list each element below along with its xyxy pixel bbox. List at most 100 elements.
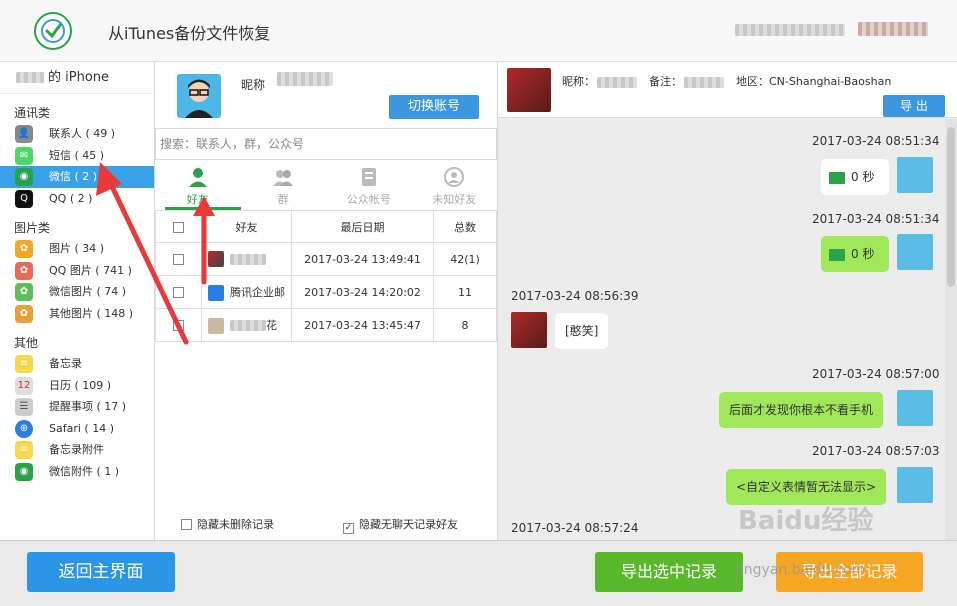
app-logo-icon	[34, 12, 72, 50]
sidebar-item-qq[interactable]: Q QQ ( 2 )	[0, 188, 154, 210]
tab-friends[interactable]: 好友	[155, 160, 241, 210]
last-date: 2017-03-24 14:20:02	[291, 275, 434, 309]
message-list: 2017-03-24 08:51:34 0 秒 2017-03-24 08:51…	[498, 119, 945, 540]
baidu-watermark-url: jingyan.baidu.com	[736, 562, 866, 578]
unknown-friend-icon	[444, 167, 465, 187]
wechat-icon: ◉	[15, 168, 33, 186]
message-count: 11	[433, 275, 497, 309]
switch-account-button[interactable]: 切换账号	[389, 95, 479, 119]
redacted-name	[230, 320, 266, 331]
sidebar: 的 iPhone 通讯类 👤 联系人 ( 49 ) ✉ 短信 ( 45 ) ◉ 微信 …	[0, 62, 155, 540]
sidebar-item-safari[interactable]: ⊕ Safari ( 14 )	[0, 418, 154, 440]
contact-panel: 昵称 切换账号 搜索：联系人，群，公众号 好友 群 公众帐号 未知好友 好友 最…	[155, 62, 498, 540]
sidebar-item-messages[interactable]: ✉ 短信 ( 45 )	[0, 145, 154, 167]
message-timestamp: 2017-03-24 08:57:03	[812, 444, 940, 458]
text-message-bubble[interactable]: 后面才发现你根本不看手机	[719, 392, 884, 428]
message-count: 42(1)	[433, 242, 497, 276]
chat-contact-avatar	[507, 68, 551, 112]
tab-official-accounts[interactable]: 公众帐号	[326, 160, 412, 210]
redacted-text	[597, 76, 637, 88]
redacted-text	[16, 72, 44, 83]
message-timestamp: 2017-03-24 08:57:24	[511, 521, 639, 535]
contact-avatar	[511, 312, 547, 348]
reminders-icon: ☰	[15, 398, 33, 416]
qq-photos-icon: ✿	[15, 261, 33, 280]
table-row[interactable]: 腾讯企业邮 2017-03-24 14:20:02 11	[155, 275, 497, 309]
contact-tabs: 好友 群 公众帐号 未知好友	[155, 160, 497, 210]
sidebar-item-contacts[interactable]: 👤 联系人 ( 49 )	[0, 123, 154, 145]
calendar-icon: 12	[15, 376, 33, 395]
redacted-info	[735, 24, 845, 36]
my-avatar	[897, 157, 933, 193]
sidebar-item-photos[interactable]: ✿ 图片 ( 34 )	[0, 238, 154, 260]
sidebar-item-qq-photos[interactable]: ✿ QQ 图片 ( 741 )	[0, 260, 154, 282]
category-label: 通讯类	[14, 106, 51, 120]
voice-message-bubble[interactable]: 0 秒	[821, 236, 889, 272]
column-header-friend[interactable]: 好友	[201, 210, 292, 243]
sidebar-item-calendar[interactable]: 12 日历 ( 109 )	[0, 375, 154, 397]
sidebar-item-wechat-attachments[interactable]: ◉ 微信附件 ( 1 )	[0, 461, 154, 483]
sidebar-item-reminders[interactable]: ☰ 提醒事项 ( 17 )	[0, 396, 154, 418]
column-header-count[interactable]: 总数	[433, 210, 497, 243]
chat-header: 昵称： 备注： 地区：CN-Shanghai-Baoshan 导 出	[498, 62, 957, 118]
sidebar-item-other-photos[interactable]: ✿ 其他图片 ( 148 )	[0, 303, 154, 325]
tab-groups[interactable]: 群	[241, 160, 327, 210]
my-avatar	[897, 467, 933, 503]
app-title: 从iTunes备份文件恢复	[108, 24, 271, 43]
baidu-watermark: Baidu经验	[738, 506, 874, 536]
sidebar-item-notes[interactable]: ≡ 备忘录	[0, 353, 154, 375]
hide-no-chat-option[interactable]: ✓ 隐藏无聊天记录好友	[343, 516, 458, 534]
chat-scrollbar[interactable]	[945, 119, 957, 540]
tab-unknown-friends[interactable]: 未知好友	[412, 160, 498, 210]
select-all-checkbox-cell[interactable]	[155, 210, 202, 243]
table-row[interactable]: 花 2017-03-24 13:45:47 8	[155, 308, 497, 342]
chat-panel: 昵称： 备注： 地区：CN-Shanghai-Baoshan 导 出 2017-03…	[498, 62, 957, 540]
chat-contact-info: 昵称： 备注： 地区：CN-Shanghai-Baoshan	[562, 75, 892, 88]
scrollbar-thumb[interactable]	[947, 127, 955, 287]
message-timestamp: 2017-03-24 08:51:34	[812, 212, 940, 226]
contacts-icon: 👤	[15, 125, 33, 143]
hide-undeleted-option[interactable]: 隐藏未删除记录	[181, 516, 274, 532]
back-to-home-button[interactable]: 返回主界面	[27, 552, 175, 592]
tencent-mail-icon	[208, 284, 224, 301]
export-chat-button[interactable]: 导 出	[883, 95, 945, 117]
friend-icon	[188, 168, 207, 187]
official-account-icon	[361, 168, 376, 186]
notes-icon: ≡	[15, 355, 33, 373]
last-date: 2017-03-24 13:49:41	[291, 242, 434, 276]
search-input[interactable]: 搜索：联系人，群，公众号	[155, 128, 497, 160]
hide-no-chat-checkbox[interactable]: ✓	[343, 523, 354, 534]
voice-message-bubble[interactable]: 0 秒	[821, 159, 889, 195]
notes-attach-icon: ≡	[15, 441, 33, 459]
qq-icon: Q	[15, 189, 33, 208]
chat-region: 地区：CN-Shanghai-Baoshan	[736, 75, 892, 88]
my-avatar	[897, 234, 933, 270]
redacted-info	[858, 22, 928, 36]
table-row[interactable]: 2017-03-24 13:49:41 42(1)	[155, 242, 497, 276]
row-checkbox[interactable]	[173, 287, 184, 298]
last-date: 2017-03-24 13:45:47	[291, 308, 434, 342]
column-header-date[interactable]: 最后日期	[291, 210, 434, 243]
select-all-checkbox[interactable]	[173, 221, 184, 233]
sidebar-item-wechat-photos[interactable]: ✿ 微信图片 ( 74 )	[0, 281, 154, 303]
device-name[interactable]: 的 iPhone	[0, 62, 154, 94]
export-selected-button[interactable]: 导出选中记录	[595, 552, 743, 592]
voice-icon	[829, 171, 845, 184]
redacted-name	[230, 253, 266, 265]
wechat-attach-icon: ◉	[15, 462, 33, 481]
category-label: 其他	[14, 336, 39, 350]
text-message-bubble[interactable]: [憨笑]	[555, 313, 609, 349]
wechat-photos-icon: ✿	[15, 283, 33, 301]
hide-undeleted-checkbox[interactable]	[181, 519, 192, 530]
row-checkbox[interactable]	[173, 320, 184, 331]
sidebar-item-notes-attachments[interactable]: ≡ 备忘录附件	[0, 439, 154, 461]
contact-avatar	[208, 251, 224, 267]
message-icon: ✉	[15, 146, 33, 165]
row-checkbox[interactable]	[173, 254, 184, 265]
message-timestamp: 2017-03-24 08:56:39	[511, 289, 639, 303]
my-avatar	[897, 390, 933, 426]
sidebar-item-wechat[interactable]: ◉ 微信 ( 2 )	[0, 166, 154, 188]
table-header-row: 好友 最后日期 总数	[155, 210, 497, 243]
photos-icon: ✿	[15, 240, 33, 258]
safari-icon: ⊕	[15, 419, 33, 438]
